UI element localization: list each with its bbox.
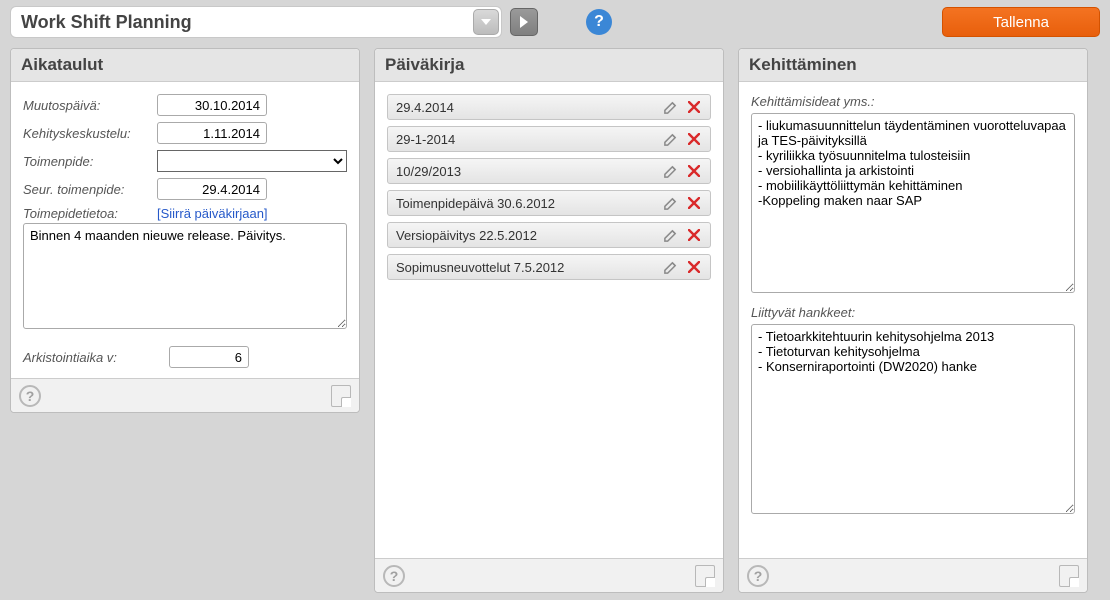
title-container: Work Shift Planning [10, 6, 502, 38]
input-kehityskeskustelu[interactable] [157, 122, 267, 144]
pencil-icon [663, 228, 678, 243]
delete-button[interactable] [684, 193, 704, 213]
page-title: Work Shift Planning [21, 12, 473, 33]
delete-button[interactable] [684, 129, 704, 149]
label-arkistointiaika: Arkistointiaika v: [23, 350, 163, 365]
development-panel: Kehittäminen Kehittämisideat yms.: Liitt… [738, 48, 1088, 593]
schedule-panel-footer: ? [11, 378, 359, 412]
diary-item[interactable]: Versiopäivitys 22.5.2012 [387, 222, 711, 248]
close-icon [688, 133, 700, 145]
delete-button[interactable] [684, 257, 704, 277]
label-toimenpidetietoa: Toimepidetietoa: [23, 206, 151, 221]
diary-item[interactable]: 29.4.2014 [387, 94, 711, 120]
title-dropdown-button[interactable] [473, 9, 499, 35]
input-muutospaiva[interactable] [157, 94, 267, 116]
edit-button[interactable] [660, 129, 680, 149]
pencil-icon [663, 196, 678, 211]
diary-item-label: Toimenpidepäivä 30.6.2012 [396, 196, 656, 211]
label-toimenpide: Toimenpide: [23, 154, 151, 169]
close-icon [688, 165, 700, 177]
chevron-down-icon [481, 19, 491, 25]
diary-item-label: 29-1-2014 [396, 132, 656, 147]
diary-item-label: 10/29/2013 [396, 164, 656, 179]
input-seur-toimenpide[interactable] [157, 178, 267, 200]
diary-help-button[interactable]: ? [383, 565, 405, 587]
diary-list: 29.4.2014 29-1-2014 10/29/2013 Toimenpidepä… [387, 94, 711, 280]
help-icon: ? [390, 568, 399, 584]
label-muutospaiva: Muutospäivä: [23, 98, 151, 113]
diary-item[interactable]: Sopimusneuvottelut 7.5.2012 [387, 254, 711, 280]
edit-button[interactable] [660, 161, 680, 181]
textarea-related[interactable] [751, 324, 1075, 514]
development-help-button[interactable]: ? [747, 565, 769, 587]
navigate-next-button[interactable] [510, 8, 538, 36]
edit-button[interactable] [660, 97, 680, 117]
label-kehityskeskustelu: Kehityskeskustelu: [23, 126, 151, 141]
pencil-icon [663, 260, 678, 275]
input-arkistointiaika[interactable] [169, 346, 249, 368]
help-icon: ? [754, 568, 763, 584]
link-siirra-paivakirjaan[interactable]: [Siirrä päiväkirjaan] [157, 206, 268, 221]
delete-button[interactable] [684, 225, 704, 245]
delete-button[interactable] [684, 161, 704, 181]
schedule-panel-header: Aikataulut [11, 49, 359, 82]
development-panel-footer: ? [739, 558, 1087, 592]
chevron-right-icon [520, 16, 528, 28]
close-icon [688, 197, 700, 209]
diary-panel-header: Päiväkirja [375, 49, 723, 82]
close-icon [688, 229, 700, 241]
development-panel-header: Kehittäminen [739, 49, 1087, 82]
diary-item-label: Sopimusneuvottelut 7.5.2012 [396, 260, 656, 275]
help-icon: ? [26, 388, 35, 404]
topbar: Work Shift Planning ? Tallenna [0, 0, 1110, 38]
edit-button[interactable] [660, 225, 680, 245]
edit-button[interactable] [660, 257, 680, 277]
textarea-toimenpidetietoa[interactable] [23, 223, 347, 329]
diary-item[interactable]: 10/29/2013 [387, 158, 711, 184]
close-icon [688, 261, 700, 273]
pencil-icon [663, 100, 678, 115]
diary-panel-footer: ? [375, 558, 723, 592]
columns: Aikataulut Muutospäivä: Kehityskeskustel… [0, 38, 1110, 593]
edit-button[interactable] [660, 193, 680, 213]
diary-panel: Päiväkirja 29.4.2014 29-1-2014 10/29/2013 T… [374, 48, 724, 593]
development-note-button[interactable] [1059, 565, 1079, 587]
schedule-panel: Aikataulut Muutospäivä: Kehityskeskustel… [10, 48, 360, 413]
save-button[interactable]: Tallenna [942, 7, 1100, 37]
diary-item[interactable]: 29-1-2014 [387, 126, 711, 152]
close-icon [688, 101, 700, 113]
help-icon: ? [594, 13, 604, 31]
diary-item[interactable]: Toimenpidepäivä 30.6.2012 [387, 190, 711, 216]
schedule-note-button[interactable] [331, 385, 351, 407]
select-toimenpide[interactable] [157, 150, 347, 172]
help-button[interactable]: ? [586, 9, 612, 35]
label-seur-toimenpide: Seur. toimenpide: [23, 182, 151, 197]
diary-note-button[interactable] [695, 565, 715, 587]
diary-item-label: Versiopäivitys 22.5.2012 [396, 228, 656, 243]
pencil-icon [663, 132, 678, 147]
diary-item-label: 29.4.2014 [396, 100, 656, 115]
label-related: Liittyvät hankkeet: [751, 305, 1075, 320]
pencil-icon [663, 164, 678, 179]
schedule-help-button[interactable]: ? [19, 385, 41, 407]
label-ideas: Kehittämisideat yms.: [751, 94, 1075, 109]
delete-button[interactable] [684, 97, 704, 117]
textarea-ideas[interactable] [751, 113, 1075, 293]
